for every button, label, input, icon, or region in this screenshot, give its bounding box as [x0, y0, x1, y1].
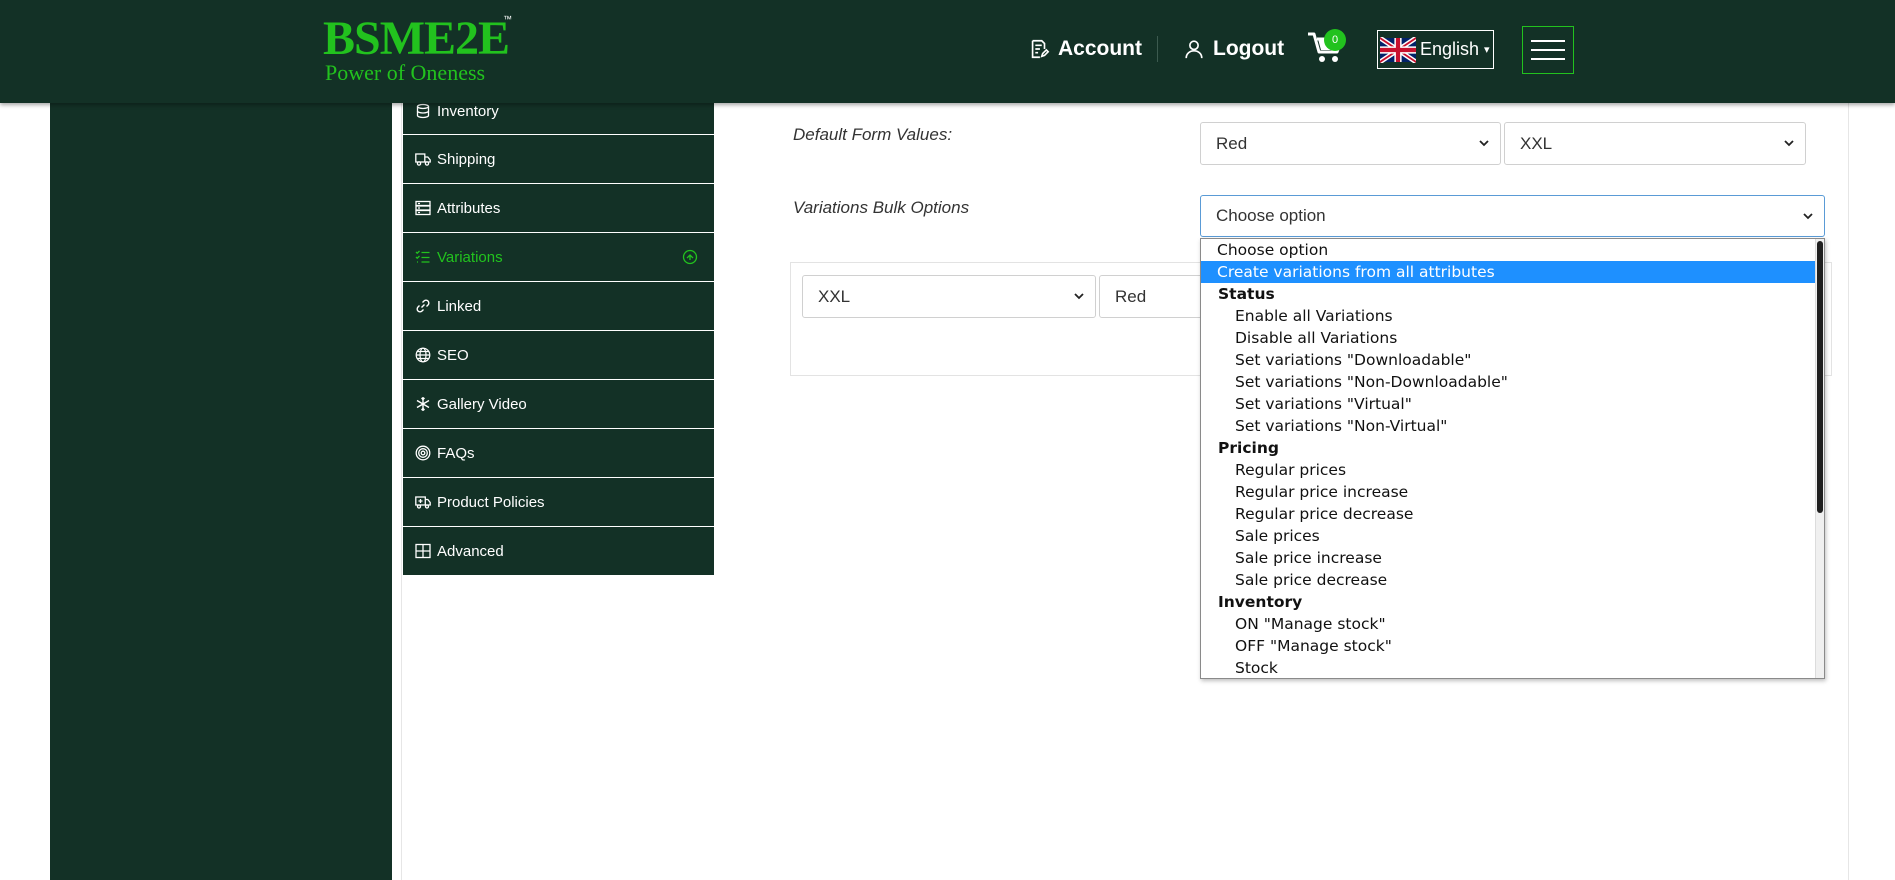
dropdown-option[interactable]: OFF "Manage stock" [1201, 635, 1824, 657]
dropdown-option[interactable]: Regular price increase [1201, 481, 1824, 503]
tab-label: Attributes [437, 199, 501, 217]
dropdown-option[interactable]: Choose option [1201, 239, 1824, 261]
content-border-right [1848, 103, 1849, 880]
truck-icon [415, 153, 431, 166]
tab-label: Advanced [437, 542, 504, 560]
chevron-down-icon [1784, 140, 1794, 147]
site-header: BSME2E ™ Power of Oneness Account Logout… [0, 0, 1895, 103]
brand-tagline: Power of Oneness [325, 60, 486, 85]
dropdown-option[interactable]: Disable all Variations [1201, 327, 1824, 349]
select-value: XXL [818, 286, 851, 306]
default-color-select[interactable]: Red [1200, 122, 1501, 165]
tab-seo[interactable]: SEO [403, 331, 714, 380]
select-value: XXL [1520, 133, 1553, 153]
tab-label: Linked [437, 297, 482, 315]
tab-product-policies[interactable]: Product Policies [403, 478, 714, 527]
product-tabs: Inventory Shipping Attributes Variations… [403, 88, 714, 576]
default-form-values-label: Default Form Values: [793, 125, 953, 144]
server-icon [415, 200, 431, 216]
menu-line [1531, 58, 1565, 60]
left-panel [50, 0, 392, 880]
tab-label: Shipping [437, 150, 496, 168]
variation-size-select[interactable]: XXL [802, 275, 1096, 318]
account-label: Account [1058, 37, 1142, 60]
logout-link[interactable]: Logout [1183, 34, 1284, 64]
tab-shipping[interactable]: Shipping [403, 135, 714, 184]
language-selector[interactable]: English ▾ [1377, 30, 1494, 69]
brand-logo[interactable]: BSME2E ™ Power of Oneness [323, 12, 523, 85]
chevron-down-icon [1803, 213, 1813, 220]
tab-linked[interactable]: Linked [403, 282, 714, 331]
caret-down-icon: ▾ [1484, 44, 1490, 56]
tab-attributes[interactable]: Attributes [403, 184, 714, 233]
tab-label: Gallery Video [437, 395, 527, 413]
chevron-down-icon [1479, 140, 1489, 147]
dropdown-option[interactable]: Set variations "Virtual" [1201, 393, 1824, 415]
dropdown-option[interactable]: Stock [1201, 657, 1824, 678]
target-icon [415, 445, 431, 461]
dropdown-option[interactable]: Sale price decrease [1201, 569, 1824, 591]
menu-line [1531, 49, 1565, 51]
tab-label: Inventory [437, 102, 499, 120]
hamburger-menu-button[interactable] [1522, 26, 1574, 74]
dropdown-option[interactable]: Set variations "Non-Downloadable" [1201, 371, 1824, 393]
content-border-left [401, 103, 402, 880]
cart-count-badge: 0 [1324, 29, 1346, 51]
table-icon [415, 543, 431, 559]
link-icon [416, 299, 430, 313]
tab-variations[interactable]: Variations [403, 233, 714, 282]
snowflake-icon [416, 397, 430, 411]
logout-label: Logout [1213, 37, 1285, 60]
variations-bulk-options-label: Variations Bulk Options [793, 198, 970, 217]
database-icon [416, 103, 430, 119]
tab-label: Product Policies [437, 493, 545, 511]
tab-label: SEO [437, 346, 469, 364]
dropdown-option[interactable]: Regular price decrease [1201, 503, 1824, 525]
dropdown-group-label: Status [1218, 285, 1275, 303]
account-link[interactable]: Account [1028, 34, 1142, 64]
scrollbar-thumb[interactable] [1817, 241, 1823, 513]
default-size-select[interactable]: XXL [1504, 122, 1806, 165]
dropdown-option[interactable]: Regular prices [1201, 459, 1824, 481]
language-label: English [1420, 39, 1480, 59]
dropdown-scrollbar[interactable] [1815, 239, 1824, 678]
bulk-options-dropdown-list: Choose option Create variations from all … [1200, 238, 1825, 679]
tab-faqs[interactable]: FAQs [403, 429, 714, 478]
tab-label: Variations [437, 248, 503, 266]
dropdown-option[interactable]: Set variations "Non-Virtual" [1201, 415, 1824, 437]
tab-gallery-video[interactable]: Gallery Video [403, 380, 714, 429]
variations-bulk-select[interactable]: Choose option [1200, 195, 1825, 237]
list-check-icon [415, 250, 430, 263]
trademark-mark: ™ [503, 14, 512, 24]
dropdown-group-label: Inventory [1218, 593, 1303, 611]
select-value: Red [1216, 133, 1248, 153]
dropdown-group-label: Pricing [1218, 439, 1279, 457]
edit-document-icon [1031, 39, 1050, 59]
dropdown-option[interactable]: Sale prices [1201, 525, 1824, 547]
tab-advanced[interactable]: Advanced [403, 527, 714, 576]
dropdown-option[interactable]: Enable all Variations [1201, 305, 1824, 327]
tab-label: FAQs [437, 444, 475, 462]
dropdown-option[interactable]: Create variations from all attributes [1201, 261, 1824, 283]
dropdown-option[interactable]: ON "Manage stock" [1201, 613, 1824, 635]
select-value: Red [1115, 286, 1147, 306]
select-value: Choose option [1216, 206, 1326, 225]
uk-flag-icon [1380, 36, 1416, 63]
chevron-down-icon [1074, 293, 1084, 300]
dropdown-option[interactable]: Sale price increase [1201, 547, 1824, 569]
menu-line [1531, 40, 1565, 42]
dropdown-option[interactable]: Set variations "Downloadable" [1201, 349, 1824, 371]
dropdown-items: Choose option Create variations from all … [1201, 239, 1824, 678]
user-icon [1185, 40, 1203, 59]
ambulance-icon [415, 496, 431, 509]
nav-divider [1157, 36, 1158, 62]
arrow-circle-icon [682, 249, 698, 265]
brand-name: BSME2E [323, 12, 510, 65]
globe-icon [415, 347, 431, 363]
